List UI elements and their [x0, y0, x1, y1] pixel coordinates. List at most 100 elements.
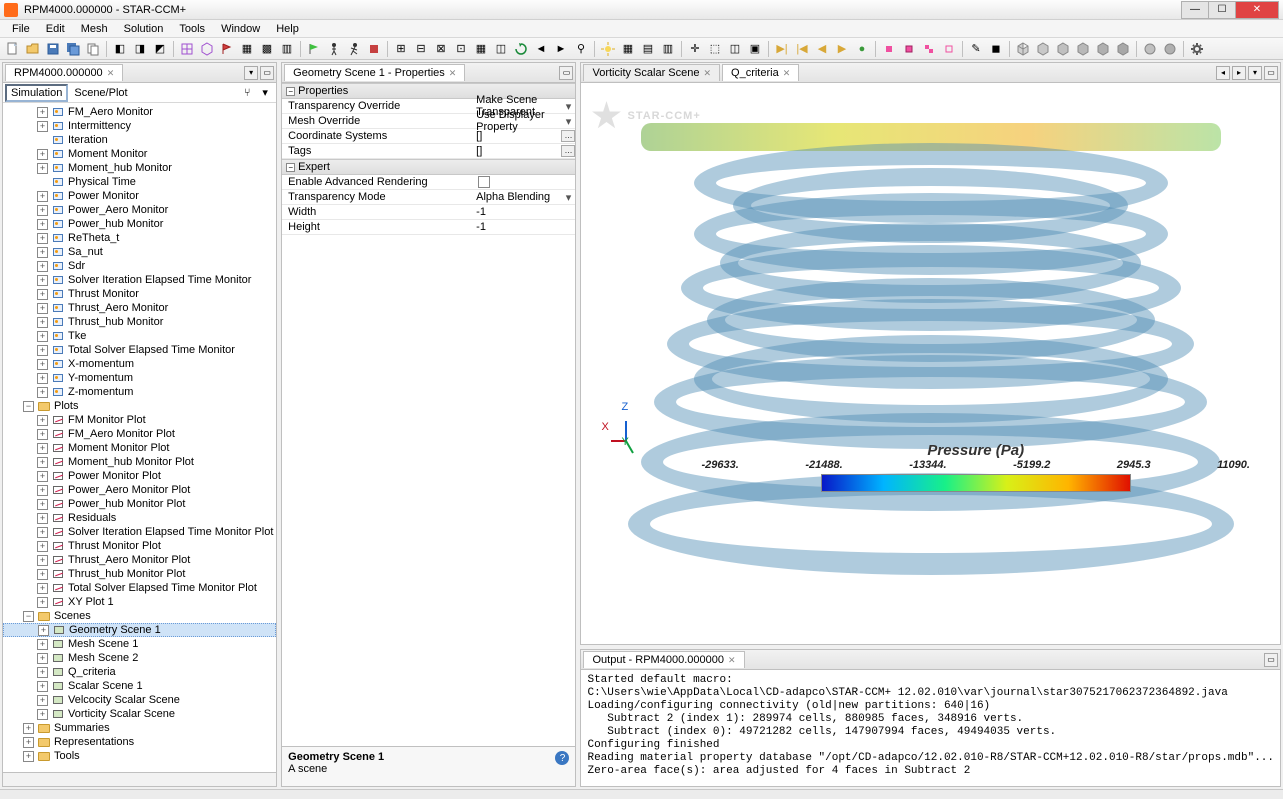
- expander-icon[interactable]: +: [37, 653, 48, 664]
- tree-item[interactable]: +Thrust Monitor: [3, 287, 276, 301]
- close-tab-icon[interactable]: ✕: [703, 68, 711, 79]
- shade-icon[interactable]: ◼: [987, 40, 1005, 58]
- expander-icon[interactable]: +: [23, 723, 34, 734]
- expander-icon[interactable]: +: [37, 499, 48, 510]
- edit-icon[interactable]: ✎: [967, 40, 985, 58]
- tree-item[interactable]: +Mesh Scene 1: [3, 637, 276, 651]
- collapse-icon[interactable]: −: [286, 87, 295, 96]
- tree-item[interactable]: +Sa_nut: [3, 245, 276, 259]
- tree-item[interactable]: +Mesh Scene 2: [3, 651, 276, 665]
- tree-item[interactable]: +Summaries: [3, 721, 276, 735]
- new-icon[interactable]: [4, 40, 22, 58]
- panel-menu-icon[interactable]: ▾: [244, 66, 258, 80]
- expander-icon[interactable]: +: [37, 527, 48, 538]
- expander-icon[interactable]: +: [37, 191, 48, 202]
- expander-icon[interactable]: +: [37, 471, 48, 482]
- menu-solution[interactable]: Solution: [116, 21, 172, 37]
- nav-down-icon[interactable]: ▾: [1248, 66, 1262, 80]
- expander-icon[interactable]: +: [37, 387, 48, 398]
- tree-item[interactable]: +Vorticity Scalar Scene: [3, 707, 276, 721]
- nav-left-icon[interactable]: ◂: [1216, 66, 1230, 80]
- expander-icon[interactable]: +: [37, 415, 48, 426]
- panel-max-icon[interactable]: ▭: [1264, 66, 1278, 80]
- tool-icon[interactable]: ◩: [151, 40, 169, 58]
- expander-icon[interactable]: +: [37, 695, 48, 706]
- tree-item[interactable]: +Tools: [3, 749, 276, 763]
- property-value[interactable]: -1: [472, 221, 575, 233]
- expander-icon[interactable]: +: [37, 345, 48, 356]
- view-icon[interactable]: ▦: [472, 40, 490, 58]
- ellipsis-button[interactable]: …: [561, 145, 575, 157]
- refresh-icon[interactable]: [512, 40, 530, 58]
- grid-icon[interactable]: ▦: [619, 40, 637, 58]
- light-icon[interactable]: [599, 40, 617, 58]
- tab-output[interactable]: Output - RPM4000.000000✕: [583, 651, 744, 668]
- tree-item[interactable]: +Thrust_hub Monitor Plot: [3, 567, 276, 581]
- expander-icon[interactable]: +: [37, 359, 48, 370]
- menu-edit[interactable]: Edit: [38, 21, 73, 37]
- tool-icon[interactable]: ◨: [131, 40, 149, 58]
- expander-icon[interactable]: +: [37, 541, 48, 552]
- expander-icon[interactable]: +: [37, 331, 48, 342]
- tab-vorticity-scene[interactable]: Vorticity Scalar Scene✕: [583, 64, 720, 81]
- ellipsis-button[interactable]: …: [561, 130, 575, 142]
- property-value[interactable]: Alpha Blending▾: [472, 191, 575, 204]
- tool-icon[interactable]: ▦: [238, 40, 256, 58]
- tree-item[interactable]: +FM Monitor Plot: [3, 413, 276, 427]
- mesh-icon[interactable]: [198, 40, 216, 58]
- view-icon[interactable]: ⊟: [412, 40, 430, 58]
- mesh-icon[interactable]: [178, 40, 196, 58]
- sphere-icon[interactable]: [1161, 40, 1179, 58]
- tree-item[interactable]: +Moment_hub Monitor: [3, 161, 276, 175]
- menu-window[interactable]: Window: [213, 21, 268, 37]
- expander-icon[interactable]: +: [37, 149, 48, 160]
- save-icon[interactable]: [44, 40, 62, 58]
- close-tab-icon[interactable]: ✕: [107, 68, 115, 79]
- pick-icon[interactable]: [900, 40, 918, 58]
- panel-minimize-icon[interactable]: ▭: [1264, 653, 1278, 667]
- cube-icon[interactable]: [1094, 40, 1112, 58]
- expander-icon[interactable]: +: [37, 513, 48, 524]
- tree-item[interactable]: +Intermittency: [3, 119, 276, 133]
- copy-icon[interactable]: [84, 40, 102, 58]
- expander-icon[interactable]: +: [37, 275, 48, 286]
- tree-item[interactable]: +Residuals: [3, 511, 276, 525]
- menu-mesh[interactable]: Mesh: [73, 21, 116, 37]
- tree-item[interactable]: +Thrust_hub Monitor: [3, 315, 276, 329]
- expander-icon[interactable]: +: [37, 261, 48, 272]
- step-fwd-icon[interactable]: ▶: [833, 40, 851, 58]
- tree-item[interactable]: −Scenes: [3, 609, 276, 623]
- tree-item[interactable]: +Power_hub Monitor Plot: [3, 497, 276, 511]
- tree-item[interactable]: Physical Time: [3, 175, 276, 189]
- close-tab-icon[interactable]: ✕: [783, 68, 791, 79]
- property-value[interactable]: -1: [472, 206, 575, 218]
- prev-icon[interactable]: |◀: [793, 40, 811, 58]
- panel-minimize-icon[interactable]: ▭: [260, 66, 274, 80]
- tree-item[interactable]: +Geometry Scene 1: [3, 623, 276, 637]
- pick-icon[interactable]: [880, 40, 898, 58]
- tab-properties[interactable]: Geometry Scene 1 - Properties✕: [284, 64, 465, 81]
- property-value[interactable]: [472, 176, 575, 188]
- tab-q-criteria[interactable]: Q_criteria✕: [722, 64, 799, 81]
- simulation-tree[interactable]: +FM_Aero Monitor+IntermittencyIteration+…: [3, 103, 276, 772]
- collapse-icon[interactable]: −: [286, 163, 295, 172]
- tree-item[interactable]: +Solver Iteration Elapsed Time Monitor P…: [3, 525, 276, 539]
- expander-icon[interactable]: −: [23, 401, 34, 412]
- mode-sceneplot[interactable]: Scene/Plot: [68, 85, 133, 101]
- expander-icon[interactable]: +: [37, 555, 48, 566]
- axis-icon[interactable]: ✛: [686, 40, 704, 58]
- tool-icon[interactable]: ▥: [278, 40, 296, 58]
- tree-item[interactable]: −Plots: [3, 399, 276, 413]
- select-icon[interactable]: ▣: [746, 40, 764, 58]
- play-icon[interactable]: ●: [853, 40, 871, 58]
- nav-back-icon[interactable]: ◄: [532, 40, 550, 58]
- tree-item[interactable]: +Velcocity Scalar Scene: [3, 693, 276, 707]
- expander-icon[interactable]: +: [37, 289, 48, 300]
- expander-icon[interactable]: +: [37, 373, 48, 384]
- expander-icon[interactable]: +: [37, 681, 48, 692]
- menu-file[interactable]: File: [4, 21, 38, 37]
- expander-icon[interactable]: +: [37, 709, 48, 720]
- cube-icon[interactable]: [1114, 40, 1132, 58]
- close-button[interactable]: ✕: [1235, 1, 1279, 19]
- tree-item[interactable]: +XY Plot 1: [3, 595, 276, 609]
